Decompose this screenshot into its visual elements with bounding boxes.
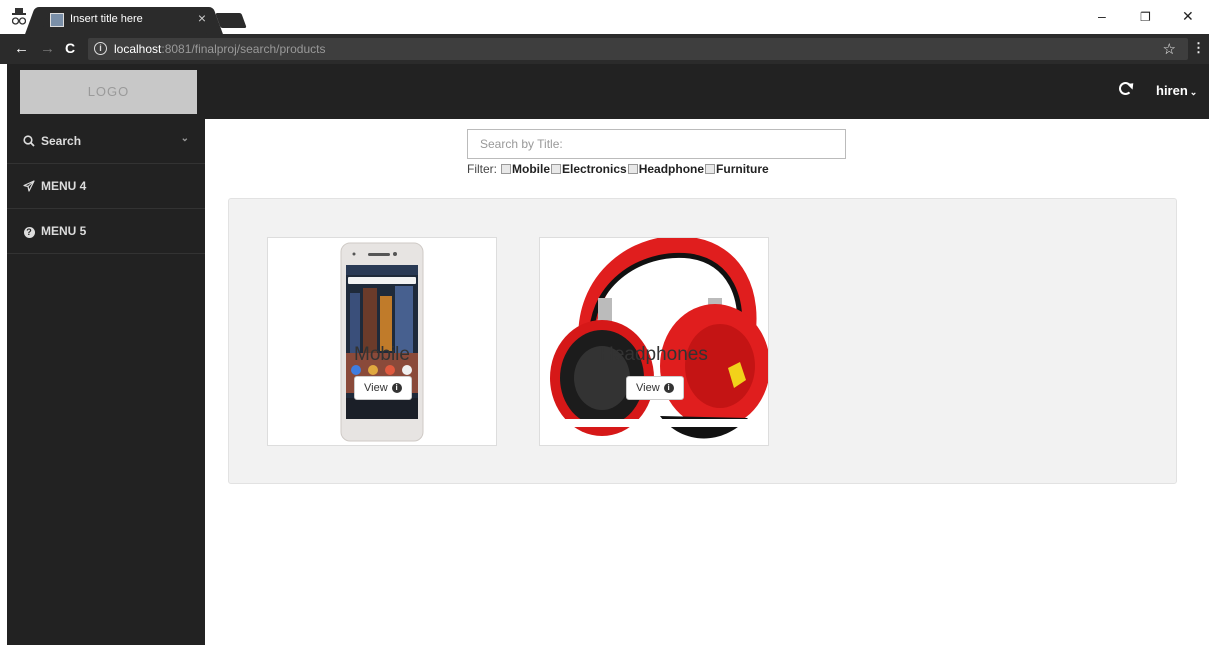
filter-headphone[interactable]: Headphone: [627, 162, 704, 176]
restore-icon[interactable]: ❐: [1140, 10, 1151, 24]
sidebar-item-label: MENU 4: [41, 179, 87, 193]
product-label: Mobile: [354, 344, 410, 365]
product-card-headphones[interactable]: Headphones View i: [539, 237, 769, 446]
chevron-down-icon: ⌄: [1189, 87, 1198, 97]
view-button[interactable]: View i: [626, 376, 684, 400]
browser-tab-bar: Insert title here × – ❐ ✕: [0, 0, 1209, 34]
filter-electronics-checkbox[interactable]: [551, 164, 561, 174]
minimize-icon[interactable]: –: [1098, 8, 1106, 24]
search-icon: [23, 135, 35, 147]
browser-address-bar: ← → C i localhost:8081/finalproj/search/…: [0, 34, 1209, 64]
chevron-down-icon: ⌄: [180, 133, 189, 144]
sidebar-item-label: MENU 5: [41, 224, 87, 238]
products-panel: Mobile View i Headphones View i: [228, 198, 1177, 484]
filter-row: Filter: Mobile Electronics Headphone Fur…: [467, 162, 769, 176]
url-text: localhost:8081/finalproj/search/products: [114, 42, 326, 56]
bookmark-star-icon[interactable]: ☆: [1163, 40, 1176, 58]
filter-furniture-checkbox[interactable]: [705, 164, 716, 174]
sidebar-item-menu-5[interactable]: ? MENU 5: [7, 209, 205, 254]
sidebar-item-search[interactable]: Search ⌄: [7, 119, 205, 164]
site-info-icon[interactable]: i: [94, 42, 107, 55]
browser-menu-icon[interactable]: ⋮: [1192, 40, 1205, 56]
refresh-icon[interactable]: [1119, 82, 1132, 95]
tab-close-icon[interactable]: ×: [198, 10, 206, 26]
filter-furniture[interactable]: Furniture: [704, 162, 769, 176]
filter-electronics[interactable]: Electronics: [550, 162, 627, 176]
browser-tab-active[interactable]: Insert title here ×: [38, 7, 210, 34]
filter-headphone-checkbox[interactable]: [627, 164, 638, 174]
user-menu[interactable]: hiren ⌄: [1156, 83, 1197, 98]
product-label: Headphones: [600, 344, 708, 365]
sidebar-item-menu-4[interactable]: MENU 4: [7, 164, 205, 209]
new-tab-button[interactable]: [215, 13, 247, 28]
forward-arrow-icon[interactable]: →: [40, 40, 55, 57]
incognito-icon: [12, 8, 26, 25]
app-header: LOGO hiren ⌄: [7, 64, 1209, 119]
sidebar-item-label: Search: [41, 134, 82, 148]
view-button[interactable]: View i: [354, 376, 412, 400]
url-field[interactable]: i localhost:8081/finalproj/search/produc…: [88, 38, 1188, 60]
user-name: hiren: [1156, 83, 1188, 98]
info-circle-icon: i: [663, 383, 674, 393]
product-card-mobile[interactable]: Mobile View i: [267, 237, 497, 446]
logo[interactable]: LOGO: [20, 70, 197, 114]
tab-title: Insert title here: [70, 13, 143, 25]
product-image-headphones: [540, 238, 768, 439]
search-input[interactable]: [467, 129, 846, 159]
sidebar: Search ⌄ MENU 4 ? MENU 5: [7, 119, 205, 645]
info-circle-icon: i: [391, 383, 402, 393]
filter-mobile[interactable]: Mobile: [500, 162, 550, 176]
page-favicon-icon: [50, 13, 64, 27]
product-image-mobile: [340, 242, 424, 442]
close-window-icon[interactable]: ✕: [1182, 8, 1194, 25]
reload-icon[interactable]: C: [65, 40, 75, 56]
question-circle-icon: ?: [23, 227, 35, 238]
filter-mobile-checkbox[interactable]: [501, 164, 511, 174]
filter-label: Filter:: [467, 162, 497, 176]
paper-plane-icon: [23, 180, 35, 192]
back-arrow-icon[interactable]: ←: [14, 40, 29, 57]
